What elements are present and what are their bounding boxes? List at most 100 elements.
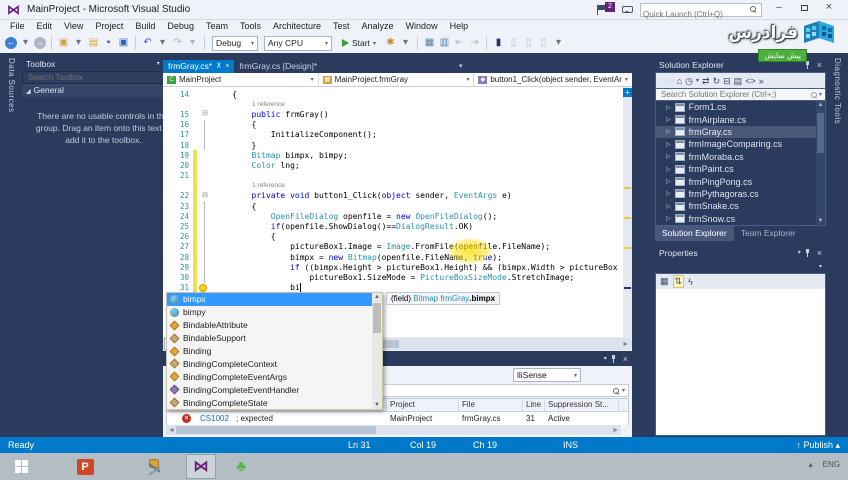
start-button[interactable]: Start ▾: [338, 36, 380, 51]
publish-button[interactable]: ↑ Publish ▴: [796, 440, 840, 451]
completion-item-bindingcompleteeventargs[interactable]: BindingCompleteEventArgs: [167, 370, 372, 383]
step-over-icon[interactable]: ⇥: [468, 36, 481, 50]
code-line[interactable]: 29 if ((bimpx.Height > pictureBox1.Heigh…: [163, 262, 623, 273]
chevron-down-icon[interactable]: ▾: [604, 352, 607, 366]
green-app-icon[interactable]: ♣: [226, 454, 256, 479]
code-line[interactable]: 19 Bitmap bimpx, bimpy;: [163, 150, 623, 161]
tab-list-chevron-icon[interactable]: ▾: [459, 62, 463, 70]
close-icon[interactable]: ×: [623, 352, 628, 366]
code-line[interactable]: 1 reference: [163, 99, 623, 109]
utility-tool-icon[interactable]: [140, 454, 170, 479]
attach-icon[interactable]: ✱: [384, 36, 397, 50]
code-line[interactable]: 14 {: [163, 89, 623, 99]
maximize-button[interactable]: [793, 0, 815, 16]
undo-menu-icon[interactable]: ▾: [156, 36, 169, 50]
lightbulb-icon[interactable]: [199, 283, 207, 292]
clear-bookmarks-icon[interactable]: ▯: [537, 36, 550, 50]
tab-frmgray-cs-[interactable]: frmGray.cs* ⊼ ×: [163, 60, 235, 73]
completion-item-binding[interactable]: Binding: [167, 345, 372, 358]
se-overflow-icon[interactable]: »: [759, 74, 764, 88]
object-selector-dropdown[interactable]: ▾: [655, 260, 826, 273]
tree-item-frmsnow-cs[interactable]: ▷ frmSnow.cs: [656, 213, 825, 225]
prev-bookmark-icon[interactable]: ▯: [507, 36, 520, 50]
completion-item-bimpx[interactable]: bimpx: [167, 293, 372, 306]
code-line[interactable]: 23 {: [163, 201, 623, 212]
nav-back-menu-icon[interactable]: ▾: [19, 36, 32, 50]
memory-window-icon[interactable]: ▥: [438, 36, 451, 50]
column-header-file[interactable]: File: [459, 399, 523, 411]
toolbox-search-box[interactable]: [22, 71, 185, 84]
quick-launch-input[interactable]: [641, 8, 745, 21]
se-forward-icon[interactable]: ◌: [668, 74, 673, 88]
menu-architecture[interactable]: Architecture: [267, 20, 327, 33]
column-header-line[interactable]: Line: [523, 399, 545, 411]
new-project-menu-icon[interactable]: ▾: [72, 36, 85, 50]
code-line[interactable]: 24 OpenFileDialog openfile = new OpenFil…: [163, 211, 623, 222]
tree-item-frmmoraba-cs[interactable]: ▷ frmMoraba.cs: [656, 151, 825, 163]
debug-overflow-icon[interactable]: ▾: [399, 36, 412, 50]
tab-data-sources[interactable]: Data Sources: [7, 58, 16, 112]
se-back-icon[interactable]: ◌: [660, 74, 665, 88]
minimize-button[interactable]: –: [768, 0, 790, 16]
new-project-icon[interactable]: ▣: [57, 36, 70, 50]
code-line[interactable]: 20 Color lng;: [163, 160, 623, 171]
bookmark-icon[interactable]: ▮: [492, 36, 505, 50]
menu-tools[interactable]: Tools: [234, 20, 267, 33]
tab-frmgray-cs-design-[interactable]: frmGray.cs [Design]*: [234, 60, 322, 73]
notification-count-badge[interactable]: 2: [605, 2, 615, 12]
type-dropdown[interactable]: ▦ MainProject.frmGray ▾: [319, 73, 475, 86]
editor-split-button[interactable]: +: [623, 88, 632, 97]
categorized-icon[interactable]: ▦: [660, 276, 669, 287]
menu-team[interactable]: Team: [200, 20, 234, 33]
error-list-horizontal-scrollbar[interactable]: ◄ ►: [166, 425, 621, 435]
powerpoint-icon[interactable]: P: [70, 454, 100, 479]
feedback-icon[interactable]: [622, 6, 633, 13]
pin-icon[interactable]: [804, 61, 811, 69]
completion-item-bindingcompletestate[interactable]: BindingCompleteState: [167, 396, 372, 409]
close-button[interactable]: ×: [818, 0, 840, 16]
nav-back-icon[interactable]: ←: [5, 37, 17, 49]
breakpoints-window-icon[interactable]: ▦: [423, 36, 436, 50]
close-icon[interactable]: ×: [225, 60, 229, 73]
code-line[interactable]: 15 ⊟ public frmGray(): [163, 109, 623, 119]
tab-diagnostic-tools[interactable]: Diagnostic Tools: [833, 58, 842, 124]
completion-item-bindableattribute[interactable]: BindableAttribute: [167, 319, 372, 332]
expander-icon[interactable]: ▷: [666, 141, 671, 148]
expander-icon[interactable]: ▷: [666, 203, 671, 210]
properties-grid[interactable]: [655, 289, 826, 436]
expander-icon[interactable]: ▷: [666, 215, 671, 222]
column-header-project[interactable]: Project: [387, 399, 459, 411]
code-line[interactable]: 16 {: [163, 119, 623, 130]
member-dropdown[interactable]: ◆ button1_Click(object sender, EventAr ▾: [474, 73, 632, 86]
code-line[interactable]: 26 {: [163, 231, 623, 242]
code-line[interactable]: 30 pictureBox1.SizeMode = PictureBoxSize…: [163, 272, 623, 283]
pin-icon[interactable]: [610, 355, 617, 363]
expander-icon[interactable]: ▷: [666, 190, 671, 197]
menu-help[interactable]: Help: [444, 20, 475, 33]
toolbar-overflow-icon[interactable]: ▾: [552, 36, 565, 50]
intellisense-scrollbar[interactable]: ▲ ▼: [372, 293, 382, 409]
tab-solution-explorer[interactable]: Solution Explorer: [655, 226, 734, 241]
tree-item-frmpingpong-cs[interactable]: ▷ frmPingPong.cs: [656, 175, 825, 187]
tree-item-frmpythagoras-cs[interactable]: ▷ frmPythagoras.cs: [656, 188, 825, 200]
alphabetical-icon[interactable]: ⇅: [672, 275, 685, 288]
refresh-icon[interactable]: ↻: [713, 74, 721, 88]
code-line[interactable]: 25 if(openfile.ShowDialog()==DialogResul…: [163, 221, 623, 232]
nav-forward-icon[interactable]: →: [34, 37, 46, 49]
code-line[interactable]: 18 }: [163, 139, 623, 151]
menu-debug[interactable]: Debug: [161, 20, 200, 33]
expander-icon[interactable]: ▷: [666, 166, 671, 173]
tree-item-frmsnake-cs[interactable]: ▷ frmSnake.cs: [656, 200, 825, 212]
expander-icon[interactable]: ▷: [666, 116, 671, 123]
solution-explorer-search-box[interactable]: ▾: [655, 88, 826, 101]
editor-vertical-scrollbar[interactable]: [623, 87, 632, 337]
tree-vertical-scrollbar[interactable]: ▲ ▼: [816, 101, 825, 225]
tree-item-form1-cs[interactable]: ▷ Form1.cs: [656, 101, 825, 113]
pin-icon[interactable]: ⊼: [216, 60, 221, 73]
events-icon[interactable]: ϟ: [688, 277, 693, 287]
menu-edit[interactable]: Edit: [31, 20, 59, 33]
expander-icon[interactable]: ▷: [666, 128, 671, 135]
next-bookmark-icon[interactable]: ▯: [522, 36, 535, 50]
expander-icon[interactable]: ▷: [666, 104, 671, 111]
visual-studio-icon[interactable]: ⋈: [186, 454, 216, 479]
